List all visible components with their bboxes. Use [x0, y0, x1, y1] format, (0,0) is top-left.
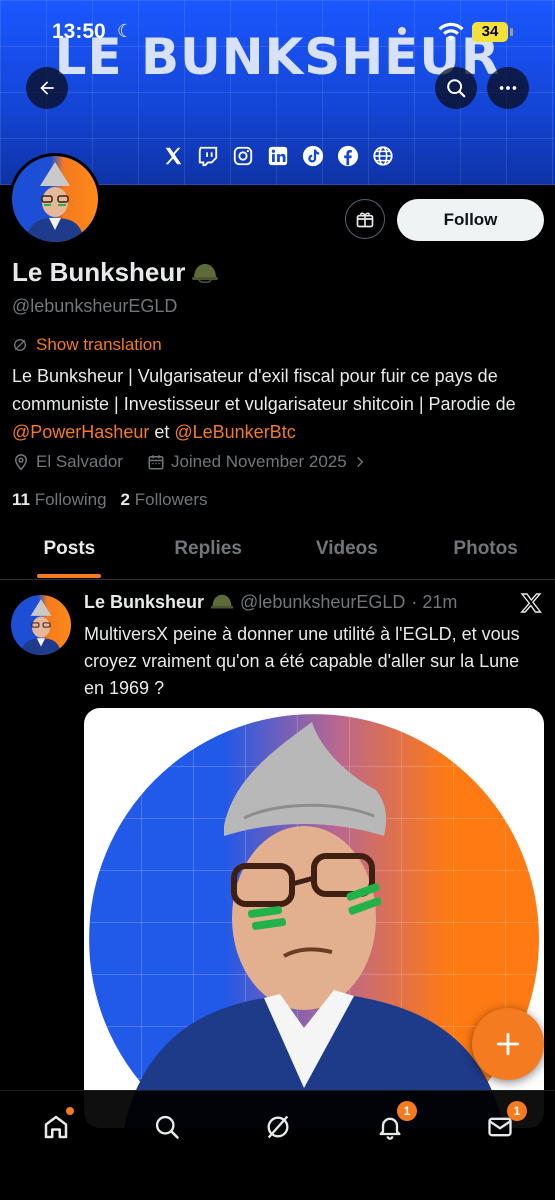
- followers-label: Followers: [134, 490, 208, 509]
- post-avatar-image: [20, 599, 62, 655]
- arrow-left-icon: [40, 81, 54, 95]
- post-text: MultiversX peine à donner une utilité à …: [84, 624, 520, 698]
- search-icon: [155, 1115, 179, 1139]
- more-options-button[interactable]: [487, 67, 529, 109]
- show-translation-link[interactable]: Show translation: [12, 335, 162, 355]
- camera-indicator-icon: [398, 27, 406, 35]
- nav-search[interactable]: [147, 1107, 187, 1147]
- post-time: · 21m: [411, 592, 458, 612]
- location-pin-icon: [14, 454, 28, 471]
- avatar-image: [26, 162, 84, 242]
- followers-count: 2: [120, 490, 130, 509]
- bottom-navigation: 1 1: [0, 1090, 555, 1200]
- search-icon: [447, 79, 466, 98]
- helmet-emoji-icon: [210, 594, 234, 609]
- profile-name-text: Le Bunksheur: [12, 257, 186, 287]
- plus-icon: [496, 1032, 520, 1056]
- instagram-icon: [230, 143, 255, 168]
- profile-avatar[interactable]: [9, 153, 101, 245]
- media-portrait: [124, 722, 504, 1128]
- follow-button[interactable]: Follow: [397, 199, 544, 241]
- nav-grok[interactable]: [258, 1107, 298, 1147]
- bio-mention-powerhasheur[interactable]: @PowerHasheur: [12, 422, 149, 442]
- status-time: 13:50: [52, 20, 106, 43]
- profile-meta: El Salvador Joined November 2025: [12, 452, 367, 472]
- show-translation-text: Show translation: [36, 335, 162, 354]
- helmet-emoji-icon: [192, 263, 219, 283]
- follow-counts: 11 Following 2 Followers: [12, 490, 207, 510]
- compose-post-button[interactable]: [472, 1008, 544, 1080]
- profile-name: Le Bunksheur: [12, 257, 219, 288]
- tab-posts[interactable]: Posts: [0, 528, 139, 579]
- nav-notifications[interactable]: 1: [370, 1101, 417, 1147]
- calendar-icon: [148, 455, 164, 470]
- tab-videos[interactable]: Videos: [278, 528, 417, 579]
- x-icon: [160, 143, 185, 168]
- profile-location: El Salvador: [36, 452, 123, 471]
- tiktok-icon: [300, 143, 325, 168]
- facebook-icon: [335, 143, 360, 168]
- linkedin-icon: [265, 143, 290, 168]
- following-count: 11: [12, 490, 30, 509]
- battery-indicator: 34: [472, 22, 508, 42]
- followers-link[interactable]: 2 Followers: [121, 490, 208, 510]
- wifi-icon: [437, 21, 465, 48]
- home-icon: [44, 1115, 68, 1139]
- following-link[interactable]: 11 Following: [12, 490, 107, 510]
- nav-home[interactable]: [36, 1107, 76, 1147]
- home-notification-dot: [66, 1107, 74, 1115]
- profile-joined: Joined November 2025: [170, 452, 347, 471]
- post-author-avatar[interactable]: [11, 595, 71, 655]
- tab-photos[interactable]: Photos: [416, 528, 555, 579]
- search-button[interactable]: [435, 67, 477, 109]
- globe-icon: [370, 143, 395, 168]
- messages-badge: 1: [507, 1101, 527, 1121]
- gift-button[interactable]: [345, 199, 385, 239]
- post-author-name[interactable]: Le Bunksheur: [84, 592, 204, 613]
- bio-text: Le Bunksheur | Vulgarisateur d'exil fisc…: [12, 366, 516, 414]
- battery-cap: [510, 28, 513, 36]
- tab-replies[interactable]: Replies: [139, 528, 278, 579]
- nav-messages[interactable]: 1: [480, 1101, 527, 1147]
- twitch-icon: [195, 143, 220, 168]
- notifications-badge: 1: [397, 1101, 417, 1121]
- x-logo-icon: [519, 591, 543, 620]
- more-icon: [499, 86, 517, 90]
- bio-mention-lebunkerbtc[interactable]: @LeBunkerBtc: [174, 422, 295, 442]
- post-media-image[interactable]: [84, 708, 544, 1128]
- status-bar: 13:50 ☾ 34: [0, 18, 555, 48]
- gift-icon: [356, 212, 374, 228]
- following-label: Following: [34, 490, 107, 509]
- profile-bio: Le Bunksheur | Vulgarisateur d'exil fisc…: [12, 362, 547, 446]
- bio-and: et: [149, 422, 175, 442]
- back-button[interactable]: [26, 67, 68, 109]
- translate-icon: [14, 339, 26, 351]
- grok-icon: [267, 1115, 289, 1139]
- post-header: Le Bunksheur @lebunksheurEGLD · 21m: [84, 592, 457, 613]
- profile-handle: @lebunksheurEGLD: [12, 296, 178, 316]
- chevron-right-icon[interactable]: [353, 455, 367, 469]
- profile-tabs: Posts Replies Videos Photos: [0, 528, 555, 580]
- moon-icon: ☾: [117, 21, 134, 41]
- post-author-handle[interactable]: @lebunksheurEGLD: [240, 592, 405, 613]
